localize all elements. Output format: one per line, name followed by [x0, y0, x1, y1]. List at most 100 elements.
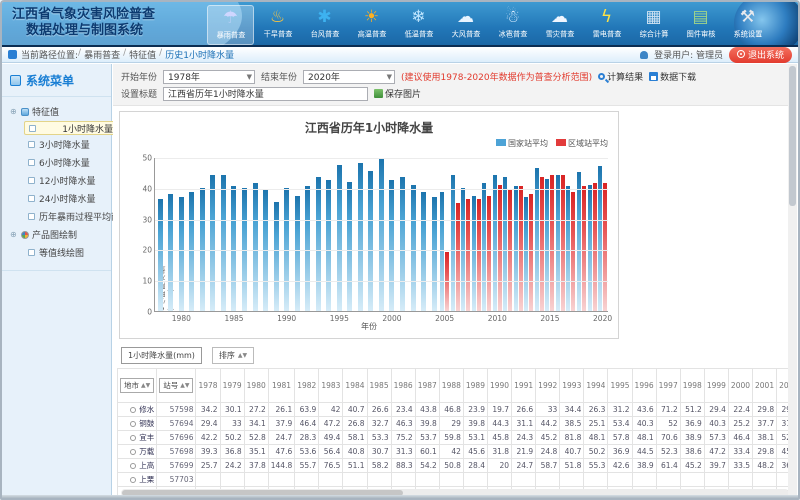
toolbar-item-6[interactable]: ☁大风普查: [442, 5, 489, 45]
bar-group-2012[interactable]: [513, 158, 524, 311]
sort-station-header[interactable]: 站号▲▼: [159, 378, 193, 393]
bar-regional-2014[interactable]: [540, 177, 544, 311]
bar-regional-2020[interactable]: [603, 183, 607, 311]
bar-national-2009[interactable]: [482, 183, 486, 311]
col-header-year-1992[interactable]: 1992: [536, 369, 560, 403]
bar-group-2003[interactable]: [418, 158, 429, 311]
metric-filter-dropdown[interactable]: 1小时降水量(mm): [121, 347, 202, 364]
sidebar-item-3小时降水量[interactable]: 3小时降水量: [24, 136, 109, 153]
bar-group-1981[interactable]: [187, 158, 198, 311]
col-header-year-1998[interactable]: 1998: [680, 369, 704, 403]
col-header-year-1997[interactable]: 1997: [656, 369, 680, 403]
bar-national-1980[interactable]: [179, 197, 184, 311]
toolbar-item-10[interactable]: ▦综合计算: [630, 5, 677, 45]
bar-group-1985[interactable]: 1985: [229, 158, 240, 311]
data-download-button[interactable]: 数据下载: [649, 70, 696, 83]
col-header-year-1983[interactable]: 1983: [319, 369, 343, 403]
bar-group-2009[interactable]: [481, 158, 492, 311]
bar-group-2005[interactable]: 2005: [439, 158, 450, 311]
sidebar-item-12小时降水量[interactable]: 12小时降水量: [24, 172, 109, 189]
col-header-year-1985[interactable]: 1985: [367, 369, 391, 403]
bar-national-1984[interactable]: [221, 175, 226, 311]
bar-national-1995[interactable]: [337, 165, 342, 311]
sidebar-node-2[interactable]: ⊕产品图绘制: [6, 226, 109, 243]
bar-national-1998[interactable]: [368, 171, 373, 311]
bar-regional-2008[interactable]: [477, 199, 481, 311]
bar-national-1983[interactable]: [210, 175, 215, 311]
cell-city-上高[interactable]: 上高: [118, 459, 157, 473]
bar-national-2013[interactable]: [524, 197, 528, 311]
bar-national-2018[interactable]: [577, 172, 581, 311]
checkbox-icon[interactable]: [28, 213, 35, 220]
checkbox-icon[interactable]: [29, 125, 36, 132]
toolbar-item-9[interactable]: ϟ雷电普查: [583, 5, 630, 45]
cell-city-修水[interactable]: 修水: [118, 403, 157, 417]
bar-group-2007[interactable]: [460, 158, 471, 311]
bar-national-1978[interactable]: [158, 199, 163, 311]
col-header-year-1993[interactable]: 1993: [560, 369, 584, 403]
breadcrumb-item-2[interactable]: 特征值: [129, 48, 156, 61]
toolbar-item-7[interactable]: ☃冰雹普查: [489, 5, 536, 45]
bar-group-1978[interactable]: [155, 158, 166, 311]
sidebar-item-等值线绘图[interactable]: 等值线绘图: [24, 244, 109, 261]
bar-national-2001[interactable]: [400, 177, 405, 311]
bar-group-1992[interactable]: [302, 158, 313, 311]
bar-national-2012[interactable]: [514, 186, 518, 311]
bar-group-2004[interactable]: [429, 158, 440, 311]
bar-national-2016[interactable]: [556, 175, 560, 311]
toolbar-item-8[interactable]: ☁雪灾普查: [536, 5, 583, 45]
calc-result-button[interactable]: 计算结果: [598, 70, 643, 83]
bar-regional-2007[interactable]: [466, 199, 470, 311]
col-header-year-1987[interactable]: 1987: [415, 369, 439, 403]
col-header-year-1995[interactable]: 1995: [608, 369, 632, 403]
bar-group-1982[interactable]: [197, 158, 208, 311]
col-header-year-1996[interactable]: 1996: [632, 369, 656, 403]
sort-city-header[interactable]: 地市▲▼: [120, 378, 154, 393]
toolbar-item-12[interactable]: ⚒系统设置: [724, 5, 771, 45]
cell-city-上栗[interactable]: 上栗: [118, 473, 157, 487]
checkbox-icon[interactable]: [28, 177, 35, 184]
tree-expander-icon[interactable]: ⊕: [10, 230, 18, 239]
toolbar-item-4[interactable]: ☀高温普查: [348, 5, 395, 45]
bar-national-1987[interactable]: [253, 183, 258, 311]
bar-group-1995[interactable]: 1995: [334, 158, 345, 311]
bar-group-1997[interactable]: [355, 158, 366, 311]
bar-group-1998[interactable]: [366, 158, 377, 311]
radio-icon[interactable]: [130, 407, 136, 413]
bar-group-2001[interactable]: [397, 158, 408, 311]
sidebar-item-1小时降水量[interactable]: 1小时降水量: [24, 121, 116, 135]
bar-group-1989[interactable]: [271, 158, 282, 311]
bar-group-2010[interactable]: 2010: [492, 158, 503, 311]
bar-national-1979[interactable]: [168, 194, 173, 311]
bar-group-2011[interactable]: [503, 158, 514, 311]
bar-group-2016[interactable]: [555, 158, 566, 311]
bar-national-1996[interactable]: [347, 182, 352, 311]
bar-group-1984[interactable]: [218, 158, 229, 311]
bar-regional-2012[interactable]: [519, 186, 523, 311]
sidebar-item-24小时降水量[interactable]: 24小时降水量: [24, 190, 109, 207]
chart-title-input[interactable]: [163, 87, 368, 101]
bar-regional-2016[interactable]: [561, 175, 565, 311]
bar-group-1991[interactable]: [292, 158, 303, 311]
col-header-year-1981[interactable]: 1981: [268, 369, 294, 403]
bar-regional-2015[interactable]: [550, 175, 554, 311]
radio-icon[interactable]: [130, 421, 136, 427]
bar-regional-2019[interactable]: [593, 183, 597, 311]
radio-icon[interactable]: [130, 435, 136, 441]
toolbar-item-11[interactable]: ▤图件审核: [677, 5, 724, 45]
bar-national-2005[interactable]: [440, 192, 444, 311]
col-header-year-2001[interactable]: 2001: [753, 369, 777, 403]
bar-national-1981[interactable]: [189, 192, 194, 311]
col-header-year-2000[interactable]: 2000: [728, 369, 752, 403]
bar-group-1990[interactable]: 1990: [281, 158, 292, 311]
bar-group-2017[interactable]: [566, 158, 577, 311]
bar-national-2010[interactable]: [493, 175, 497, 311]
col-header-year-1986[interactable]: 1986: [391, 369, 415, 403]
bar-national-2015[interactable]: [545, 179, 549, 311]
checkbox-icon[interactable]: [28, 159, 35, 166]
bar-group-2002[interactable]: [408, 158, 419, 311]
bar-group-1996[interactable]: [345, 158, 356, 311]
bar-national-1999[interactable]: [379, 159, 384, 311]
bar-national-2003[interactable]: [421, 192, 426, 311]
col-header-year-1979[interactable]: 1979: [220, 369, 244, 403]
